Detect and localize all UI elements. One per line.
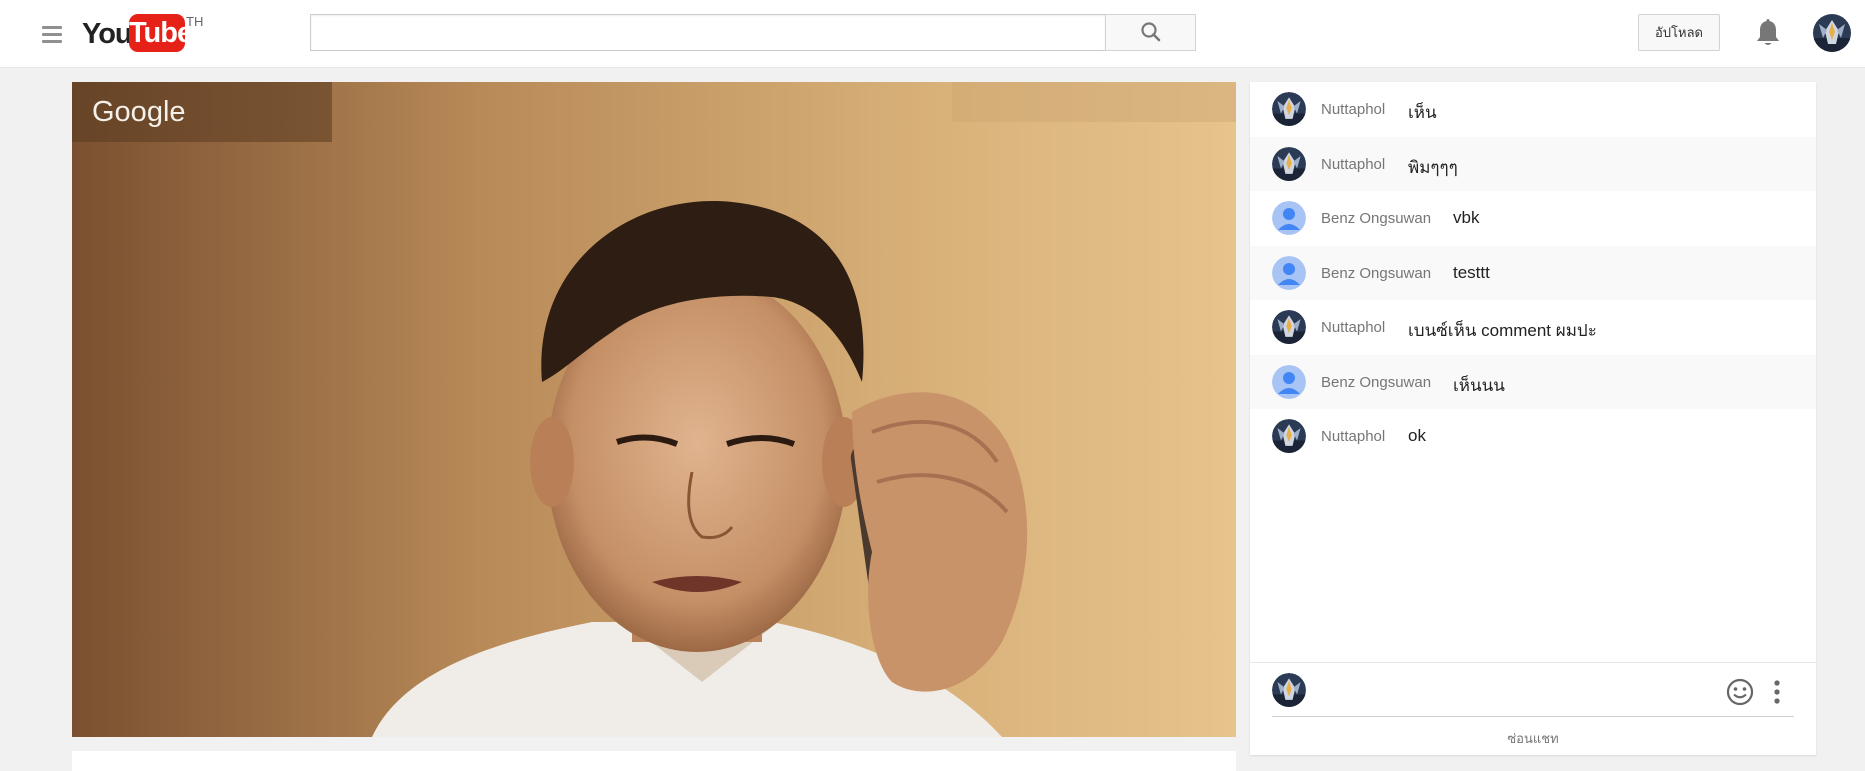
chat-author-avatar[interactable] bbox=[1272, 146, 1306, 181]
logo-you-text: You bbox=[82, 18, 133, 50]
video-watermark: Google bbox=[92, 96, 186, 128]
video-frame-person bbox=[72, 82, 1236, 737]
chat-message-text: เบนซ์เห็น comment ผมปะ bbox=[1408, 321, 1597, 340]
notifications-bell-icon[interactable] bbox=[1754, 18, 1782, 48]
search-input[interactable] bbox=[311, 15, 1105, 50]
video-player[interactable]: Google bbox=[72, 82, 1236, 737]
chat-author-default-avatar[interactable] bbox=[1272, 201, 1306, 235]
search-button[interactable] bbox=[1105, 14, 1196, 51]
account-avatar[interactable] bbox=[1813, 14, 1851, 52]
chat-author-default-avatar[interactable] bbox=[1272, 255, 1306, 290]
chat-author-name[interactable]: Nuttaphol bbox=[1321, 101, 1385, 118]
chat-input-underline bbox=[1272, 716, 1794, 717]
chat-message-input[interactable] bbox=[1320, 677, 1714, 708]
chat-message-text: เห็น bbox=[1408, 103, 1437, 122]
chat-author-avatar[interactable] bbox=[1272, 419, 1306, 453]
chat-author-name[interactable]: Nuttaphol bbox=[1321, 156, 1385, 173]
chat-message-text: เห็นนน bbox=[1453, 375, 1505, 395]
emoji-icon[interactable] bbox=[1725, 677, 1755, 707]
chat-message-text: testtt bbox=[1453, 262, 1490, 282]
chat-author-name[interactable]: Benz Ongsuwan bbox=[1321, 210, 1431, 227]
chat-author-name[interactable]: Nuttaphol bbox=[1321, 319, 1385, 336]
chat-message: Nuttaphol ok bbox=[1250, 409, 1816, 463]
chat-message: Nuttaphol เห็น bbox=[1250, 82, 1816, 136]
chat-message: Benz Ongsuwan เห็นนน bbox=[1250, 354, 1816, 409]
chat-author-name[interactable]: Benz Ongsuwan bbox=[1321, 374, 1431, 391]
chat-message: Nuttaphol เบนซ์เห็น comment ผมปะ bbox=[1250, 300, 1816, 354]
chat-message: Nuttaphol พิมๆๆๆ bbox=[1250, 136, 1816, 191]
chat-author-name[interactable]: Nuttaphol bbox=[1321, 428, 1385, 445]
masthead: You Tube TH อัปโหลด bbox=[0, 0, 1865, 68]
chat-author-avatar[interactable] bbox=[1272, 92, 1306, 126]
chat-author-default-avatar[interactable] bbox=[1272, 364, 1306, 399]
chat-message: Benz Ongsuwan testtt bbox=[1250, 245, 1816, 300]
chat-author-name[interactable]: Benz Ongsuwan bbox=[1321, 265, 1431, 282]
chat-message: Benz Ongsuwan vbk bbox=[1250, 191, 1816, 245]
chat-message-text: พิมๆๆๆ bbox=[1408, 157, 1458, 177]
guide-menu-icon[interactable] bbox=[40, 22, 64, 46]
logo-tube-text: Tube bbox=[129, 14, 193, 52]
upload-button[interactable]: อัปโหลด bbox=[1638, 14, 1720, 51]
video-info-strip bbox=[72, 751, 1236, 771]
logo-country-code: TH bbox=[186, 14, 204, 29]
search-box bbox=[310, 14, 1105, 51]
chat-message-text: vbk bbox=[1453, 208, 1480, 227]
chat-author-avatar[interactable] bbox=[1272, 310, 1306, 344]
search-icon bbox=[1141, 22, 1161, 42]
chat-message-text: ok bbox=[1408, 426, 1426, 445]
more-options-icon[interactable] bbox=[1770, 677, 1784, 707]
hide-chat-button[interactable]: ซ่อนแชท bbox=[1250, 724, 1816, 754]
chat-input-avatar bbox=[1272, 673, 1306, 707]
live-chat-panel: Nuttaphol เห็น Nuttaphol พิมๆๆๆ Benz Ongsuwa… bbox=[1250, 82, 1816, 755]
